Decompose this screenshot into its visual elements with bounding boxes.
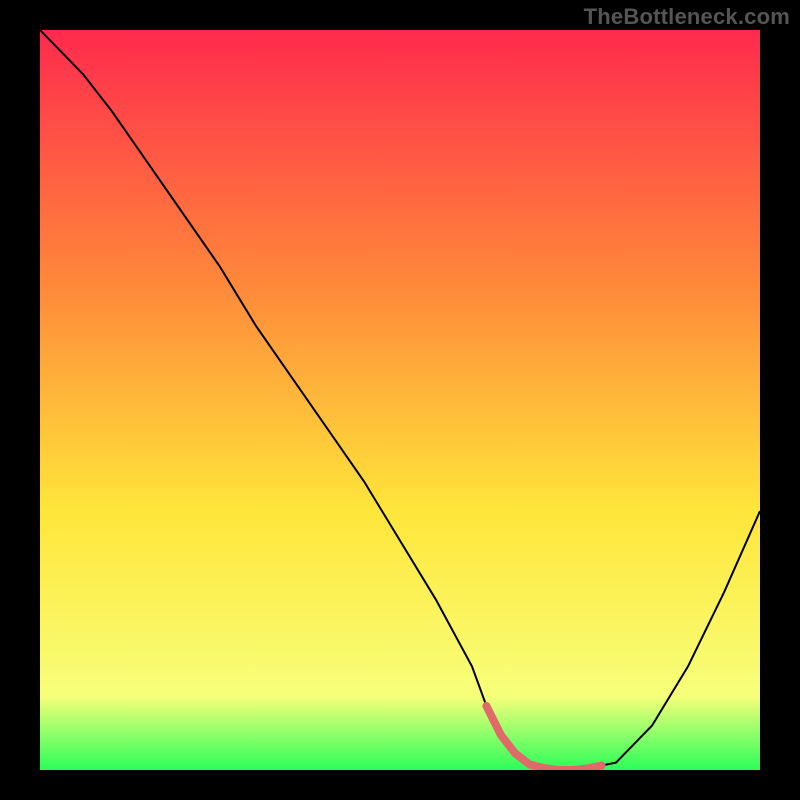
plot-area bbox=[40, 30, 760, 770]
chart-frame: TheBottleneck.com bbox=[0, 0, 800, 800]
chart-svg bbox=[40, 30, 760, 770]
watermark-text: TheBottleneck.com bbox=[584, 4, 790, 30]
gradient-background bbox=[40, 30, 760, 770]
